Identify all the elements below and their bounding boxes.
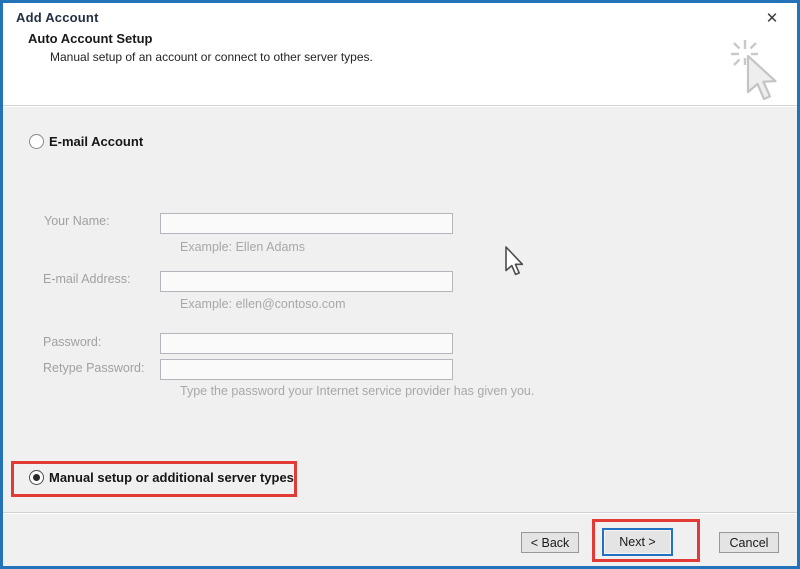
your-name-label: Your Name:	[44, 214, 110, 228]
footer-separator	[3, 512, 797, 514]
radio-unselected-icon[interactable]	[29, 134, 44, 149]
password-note: Type the password your Internet service …	[180, 384, 534, 398]
manual-setup-radio[interactable]: Manual setup or additional server types	[29, 470, 294, 485]
email-account-radio[interactable]: E-mail Account	[29, 134, 143, 149]
highlight-box-next-button	[592, 519, 700, 562]
password-input[interactable]	[160, 333, 453, 354]
mouse-pointer-icon	[505, 246, 525, 281]
retype-password-input[interactable]	[160, 359, 453, 380]
back-button[interactable]: < Back	[521, 532, 579, 553]
close-icon[interactable]: ✕	[759, 6, 785, 30]
cancel-button[interactable]: Cancel	[719, 532, 779, 553]
window-title: Add Account	[16, 10, 99, 25]
your-name-input[interactable]	[160, 213, 453, 234]
email-address-label: E-mail Address:	[43, 272, 131, 286]
page-title: Auto Account Setup	[28, 31, 152, 46]
radio-selected-icon[interactable]	[29, 470, 44, 485]
email-address-input[interactable]	[160, 271, 453, 292]
add-account-dialog: Add Account ✕ Auto Account Setup Manual …	[0, 0, 800, 569]
retype-password-label: Retype Password:	[43, 361, 144, 375]
page-subtitle: Manual setup of an account or connect to…	[50, 50, 373, 64]
password-label: Password:	[43, 335, 101, 349]
your-name-hint: Example: Ellen Adams	[180, 240, 305, 254]
manual-setup-label: Manual setup or additional server types	[49, 470, 294, 485]
email-address-hint: Example: ellen@contoso.com	[180, 297, 346, 311]
dialog-header: Add Account ✕ Auto Account Setup Manual …	[3, 3, 797, 105]
header-separator	[3, 105, 797, 107]
wizard-sparkle-cursor-icon	[725, 39, 779, 108]
email-account-label: E-mail Account	[49, 134, 143, 149]
